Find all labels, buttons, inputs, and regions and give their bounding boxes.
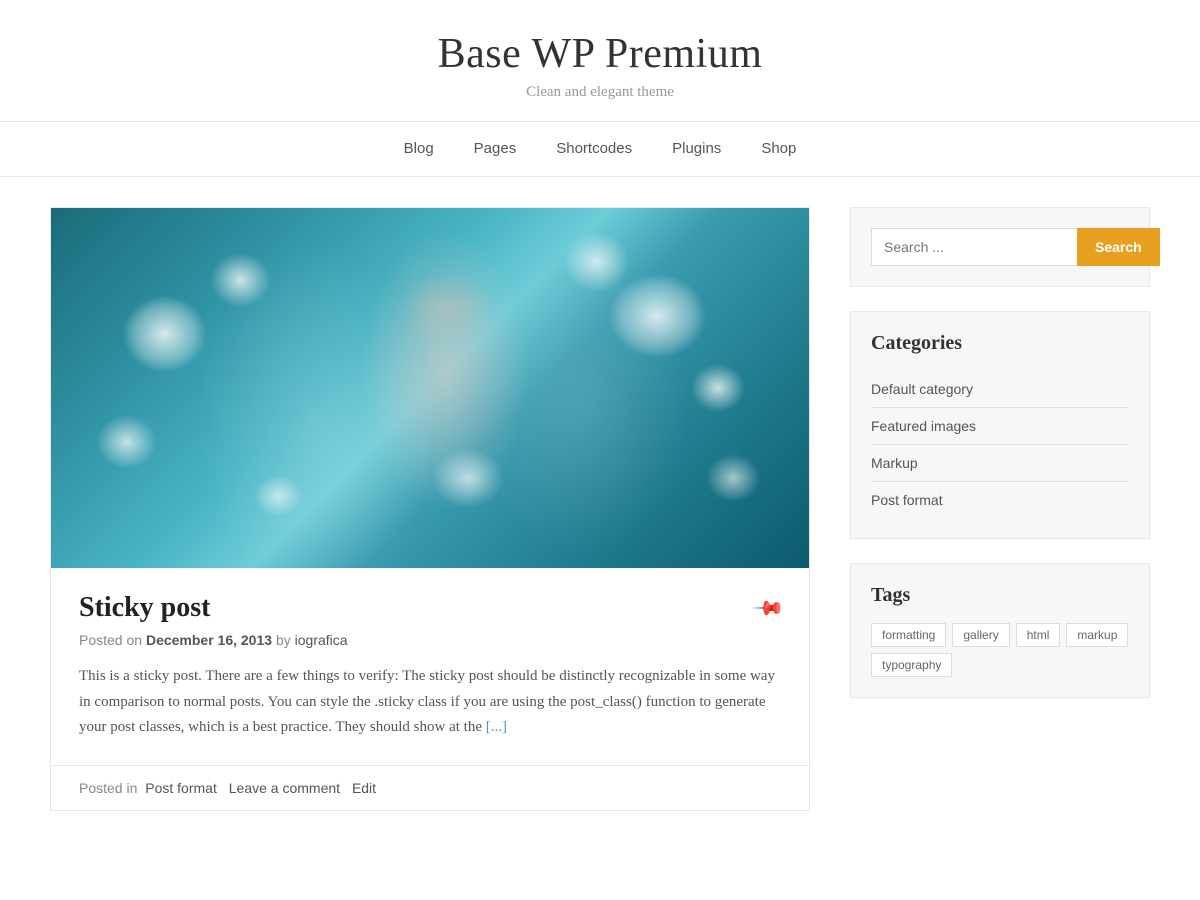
- page-wrapper: Sticky post 📌 Posted on December 16, 201…: [30, 177, 1170, 871]
- site-header: Base WP Premium Clean and elegant theme: [0, 0, 1200, 122]
- nav-shop[interactable]: Shop: [761, 140, 796, 157]
- category-link-postformat[interactable]: Post format: [871, 492, 943, 508]
- search-widget: Search: [850, 207, 1150, 287]
- category-link-featured[interactable]: Featured images: [871, 418, 976, 434]
- post-body: Sticky post 📌 Posted on December 16, 201…: [51, 568, 809, 765]
- tag-typography[interactable]: typography: [871, 653, 952, 677]
- nav-shortcodes[interactable]: Shortcodes: [556, 140, 632, 157]
- site-title: Base WP Premium: [20, 30, 1180, 78]
- category-item: Markup: [871, 445, 1129, 482]
- category-item: Default category: [871, 371, 1129, 408]
- post-excerpt: This is a sticky post. There are a few t…: [79, 664, 781, 741]
- tag-formatting[interactable]: formatting: [871, 623, 946, 647]
- post-title: Sticky post: [79, 592, 210, 624]
- category-link-markup[interactable]: Markup: [871, 455, 918, 471]
- edit-link[interactable]: Edit: [352, 780, 376, 796]
- categories-widget: Categories Default category Featured ima…: [850, 311, 1150, 539]
- post-title-row: Sticky post 📌: [79, 592, 781, 632]
- main-content: Sticky post 📌 Posted on December 16, 201…: [50, 207, 810, 841]
- categories-title: Categories: [871, 332, 1129, 355]
- post-date-link[interactable]: December 16, 2013: [146, 632, 272, 648]
- tag-html[interactable]: html: [1016, 623, 1061, 647]
- sidebar: Search Categories Default category Featu…: [850, 207, 1150, 841]
- post-footer: Posted in Post format Leave a comment Ed…: [51, 765, 809, 810]
- search-input[interactable]: [871, 228, 1077, 266]
- category-link[interactable]: Post format: [145, 780, 217, 796]
- site-nav: Blog Pages Shortcodes Plugins Shop: [0, 122, 1200, 177]
- search-button[interactable]: Search: [1077, 228, 1160, 266]
- featured-image-bg: [51, 208, 809, 568]
- meta-prefix: Posted on: [79, 632, 142, 648]
- nav-pages[interactable]: Pages: [474, 140, 517, 157]
- tags-list: formatting gallery html markup typograph…: [871, 623, 1129, 677]
- tag-markup[interactable]: markup: [1066, 623, 1128, 647]
- author-prefix: by: [276, 632, 291, 648]
- pin-icon: 📌: [751, 591, 786, 626]
- category-link-default[interactable]: Default category: [871, 381, 973, 397]
- nav-plugins[interactable]: Plugins: [672, 140, 721, 157]
- flowers-overlay: [51, 208, 809, 568]
- tag-gallery[interactable]: gallery: [952, 623, 1009, 647]
- post-featured-image: [51, 208, 809, 568]
- excerpt-text: This is a sticky post. There are a few t…: [79, 668, 775, 735]
- posted-in-label: Posted in: [79, 780, 137, 796]
- category-list: Default category Featured images Markup …: [871, 371, 1129, 518]
- category-item: Featured images: [871, 408, 1129, 445]
- post-author-link[interactable]: iografica: [295, 632, 348, 648]
- post-card: Sticky post 📌 Posted on December 16, 201…: [50, 207, 810, 811]
- read-more-link[interactable]: [...]: [486, 719, 507, 735]
- site-tagline: Clean and elegant theme: [20, 84, 1180, 101]
- post-meta: Posted on December 16, 2013 by iografica: [79, 632, 781, 648]
- nav-blog[interactable]: Blog: [404, 140, 434, 157]
- category-item: Post format: [871, 482, 1129, 518]
- tags-title: Tags: [871, 584, 1129, 607]
- leave-comment-link[interactable]: Leave a comment: [229, 780, 340, 796]
- tags-widget: Tags formatting gallery html markup typo…: [850, 563, 1150, 698]
